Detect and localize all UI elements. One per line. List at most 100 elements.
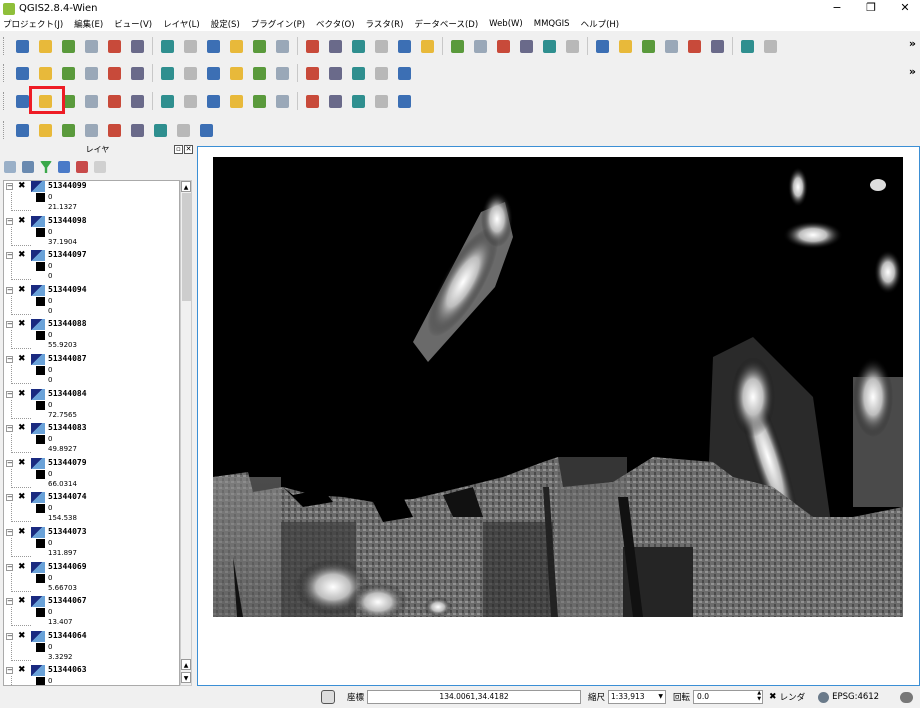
measure-identify-icon[interactable] — [471, 37, 490, 56]
remove-layer-icon[interactable] — [94, 161, 106, 173]
move-label-icon[interactable] — [761, 37, 780, 56]
layer-name[interactable]: 51344073 — [48, 527, 87, 536]
layer-visibility-checkbox[interactable]: ✖ — [18, 182, 27, 191]
paste-features-icon[interactable] — [227, 64, 246, 83]
layer-name[interactable]: 51344099 — [48, 181, 87, 190]
menu-mmqgis[interactable]: MMQGIS — [534, 19, 570, 29]
layer-visibility-checkbox[interactable]: ✖ — [18, 216, 27, 226]
current-edits-icon[interactable] — [13, 64, 32, 83]
zoom-to-layer-icon[interactable] — [349, 37, 368, 56]
measure-icon[interactable] — [616, 37, 635, 56]
copy-features-icon[interactable] — [204, 64, 223, 83]
collapse-icon[interactable]: − — [6, 252, 13, 260]
label-tool-icon[interactable] — [708, 37, 727, 56]
collapse-icon[interactable]: − — [6, 563, 13, 571]
layer-name[interactable]: 51344063 — [48, 665, 87, 674]
zoom-last-icon[interactable] — [372, 37, 391, 56]
spatialite-icon[interactable] — [349, 64, 368, 83]
layer-name[interactable]: 51344098 — [48, 216, 87, 225]
menu-view[interactable]: ビュー(V) — [114, 18, 152, 30]
layer-visibility-checkbox[interactable]: ✖ — [18, 631, 27, 641]
node-tool-icon[interactable] — [128, 64, 147, 83]
advanced-digitize-icon[interactable] — [395, 92, 414, 111]
select-features-icon[interactable] — [494, 37, 513, 56]
layer-item[interactable]: − ✖ 51344084 0 72.7565 — [4, 388, 179, 424]
new-project-icon[interactable] — [13, 37, 32, 56]
toolbar-grip[interactable] — [3, 37, 7, 55]
layer-item[interactable]: − ✖ 51344087 0 0 — [4, 353, 179, 389]
form-annotation-icon[interactable] — [685, 37, 704, 56]
menu-settings[interactable]: 設定(S) — [211, 18, 240, 30]
delete-selected-icon[interactable] — [158, 64, 177, 83]
panel-float-icon[interactable]: ▫ — [174, 145, 183, 154]
scroll-up-icon[interactable]: ▲ — [181, 659, 191, 670]
layer-visibility-checkbox[interactable]: ✖ — [18, 251, 27, 260]
toolbar-grip[interactable] — [3, 92, 7, 110]
layer-name[interactable]: 51344069 — [48, 562, 87, 571]
menu-database[interactable]: データベース(D) — [414, 18, 478, 30]
layer-item[interactable]: − ✖ 51344069 0 5.66703 — [4, 561, 179, 597]
warp-icon[interactable] — [105, 121, 124, 140]
render-checkbox[interactable]: ✖ — [769, 692, 777, 702]
toolbar-grip[interactable] — [3, 121, 7, 139]
zoom-next-icon[interactable] — [395, 37, 414, 56]
add-spatialite-icon[interactable] — [82, 92, 101, 111]
layer-visibility-checkbox[interactable]: ✖ — [18, 285, 27, 295]
layer-item[interactable]: − ✖ 51344067 0 13.407 — [4, 596, 179, 631]
layer-name[interactable]: 51344097 — [48, 250, 87, 259]
menu-edit[interactable]: 編集(E) — [74, 18, 103, 30]
spin-arrows-icon[interactable]: ▲ ▼ — [757, 690, 761, 702]
processing-icon[interactable] — [36, 121, 55, 140]
deselect-icon[interactable] — [517, 37, 536, 56]
open-project-icon[interactable] — [36, 37, 55, 56]
minimize-button[interactable]: − — [822, 0, 852, 17]
raster-calculator-icon[interactable] — [13, 121, 32, 140]
toolbar-grip[interactable] — [3, 64, 7, 82]
move-feature-icon[interactable] — [105, 64, 124, 83]
toolbar-overflow-button[interactable]: » — [909, 37, 916, 50]
save-as-icon[interactable] — [82, 37, 101, 56]
layer-item[interactable]: − ✖ 51344074 0 154.538 — [4, 492, 179, 527]
toolbar-overflow-button[interactable]: » — [909, 65, 916, 78]
label-styles-icon[interactable] — [395, 64, 414, 83]
db-manager-icon[interactable] — [372, 64, 391, 83]
restore-button[interactable]: ❐ — [856, 0, 886, 17]
contour-icon[interactable] — [151, 121, 170, 140]
refresh-icon[interactable] — [418, 37, 437, 56]
collapse-icon[interactable]: − — [6, 355, 13, 363]
layer-item[interactable]: − ✖ 51344079 0 66.0314 — [4, 457, 179, 493]
coordinate-field[interactable]: 134.0061,34.4182 — [367, 690, 582, 704]
messages-icon[interactable] — [900, 691, 914, 703]
add-wfs-icon[interactable] — [204, 92, 223, 111]
filter-icon[interactable] — [40, 161, 52, 173]
layer-item[interactable]: − ✖ 51344099 0 21.1327 — [4, 181, 179, 216]
layer-visibility-checkbox[interactable]: ✖ — [18, 666, 27, 675]
raster-info-icon[interactable] — [197, 121, 216, 140]
annotation-icon[interactable] — [639, 37, 658, 56]
composer-manager-icon[interactable] — [128, 37, 147, 56]
help-icon[interactable] — [349, 92, 368, 111]
collapse-icon[interactable]: − — [6, 425, 13, 433]
add-group-icon[interactable] — [4, 161, 16, 173]
georeferencer-icon[interactable] — [303, 64, 322, 83]
collapse-icon[interactable]: − — [6, 528, 13, 536]
layer-item[interactable]: − ✖ 51344083 0 49.8927 — [4, 423, 179, 458]
scroll-up-icon[interactable]: ▲ — [181, 181, 191, 192]
menu-web[interactable]: Web(W) — [489, 19, 523, 29]
layer-visibility-checkbox[interactable]: ✖ — [18, 493, 27, 502]
layer-visibility-checkbox[interactable]: ✖ — [18, 562, 27, 572]
collapse-icon[interactable]: − — [6, 459, 13, 467]
open-table-icon[interactable] — [563, 37, 582, 56]
collapse-icon[interactable]: − — [6, 321, 13, 329]
expand-all-icon[interactable] — [58, 161, 70, 173]
collapse-icon[interactable]: − — [6, 494, 13, 502]
menu-help[interactable]: ヘルプ(H) — [581, 18, 620, 30]
pan-map-icon[interactable] — [181, 37, 200, 56]
zoom-out-icon[interactable] — [250, 37, 269, 56]
clip-raster-icon[interactable] — [59, 121, 78, 140]
layer-item[interactable]: − ✖ 51344088 0 55.9203 — [4, 319, 179, 354]
collapse-all-icon[interactable] — [76, 161, 88, 173]
polygonize-icon[interactable] — [174, 121, 193, 140]
layer-name[interactable]: 51344087 — [48, 354, 87, 363]
layer-item[interactable]: − ✖ 51344073 0 131.897 — [4, 526, 179, 562]
